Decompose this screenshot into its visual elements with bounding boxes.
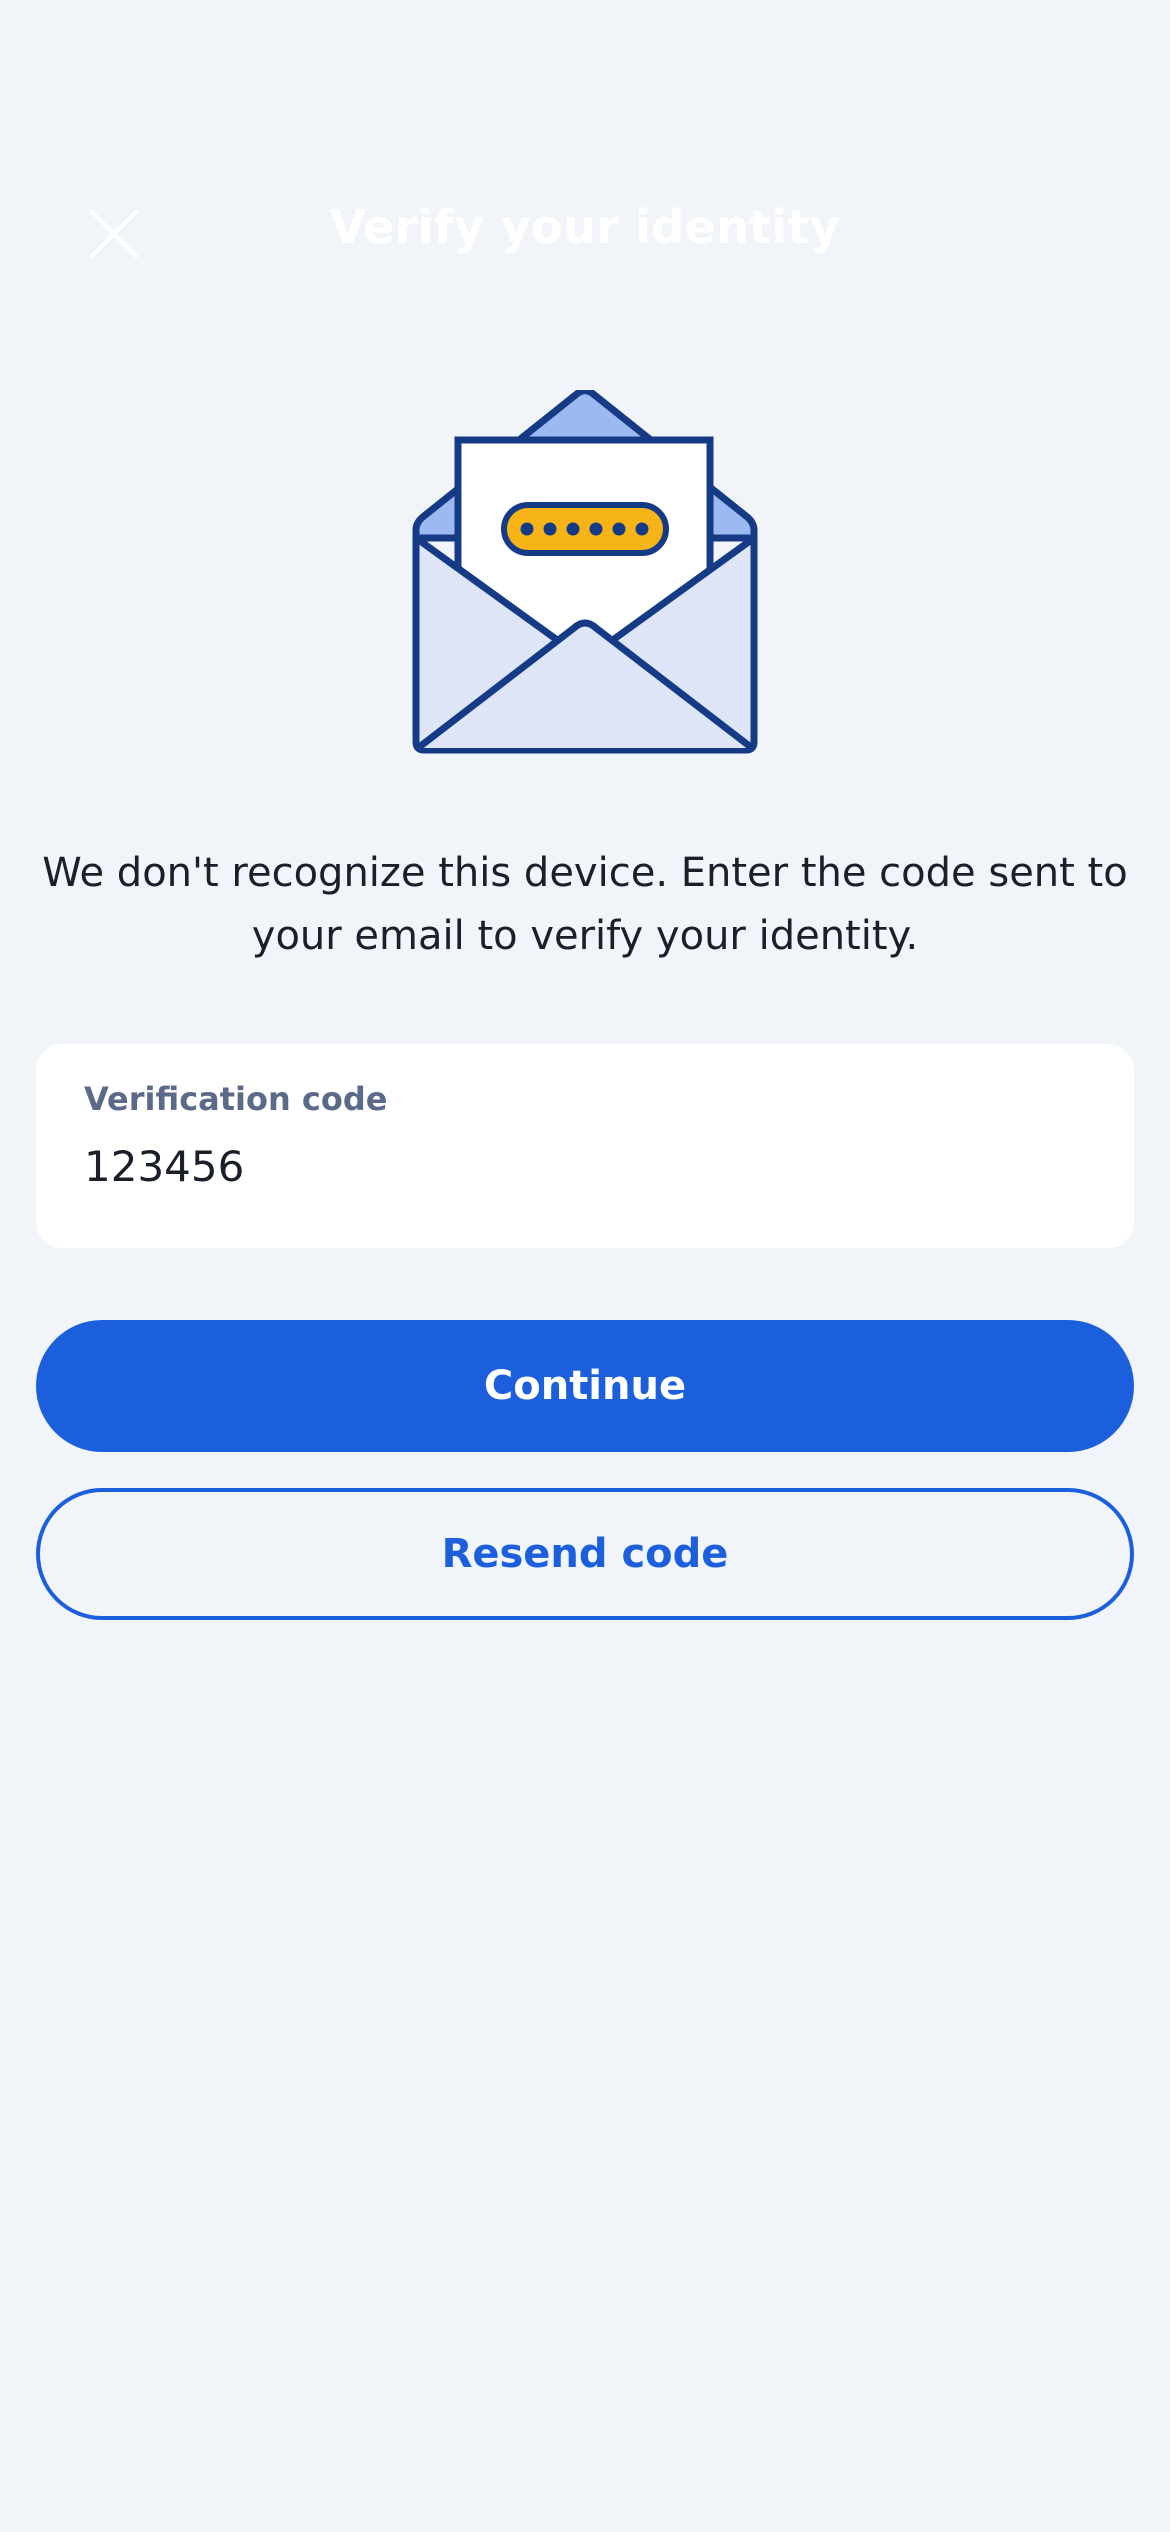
envelope-illustration [410,387,760,760]
continue-button[interactable]: Continue [36,1320,1134,1452]
verification-code-label: Verification code [84,1080,388,1118]
page-title: Verify your identity [329,200,841,254]
envelope-code-icon [412,387,758,754]
header: Verify your identity [0,160,1170,300]
verification-code-field[interactable]: Verification code 123456 [36,1044,1134,1248]
verification-code-input[interactable]: 123456 [84,1142,244,1191]
resend-code-button[interactable]: Resend code [36,1488,1134,1620]
instruction-message: We don't recognize this device. Enter th… [42,850,1128,959]
